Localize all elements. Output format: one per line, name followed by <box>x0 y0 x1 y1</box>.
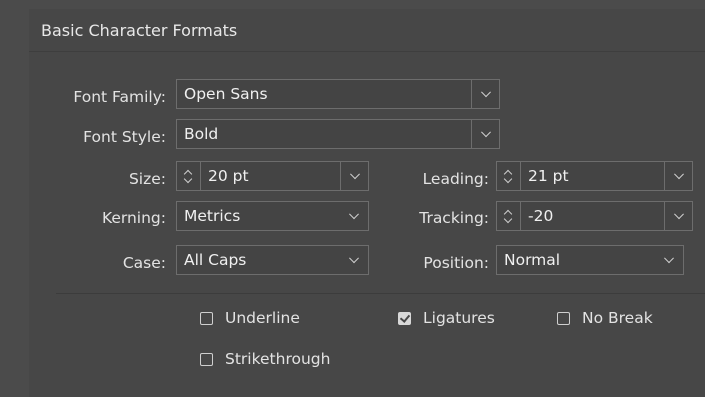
position-dropdown[interactable]: Normal <box>496 245 684 275</box>
basic-character-formats-panel: Basic Character Formats Font Family: Ope… <box>29 9 705 397</box>
chevron-down-icon[interactable] <box>471 120 499 148</box>
underline-label: Underline <box>225 309 300 327</box>
tracking-value: -20 <box>528 207 554 225</box>
chevron-down-icon[interactable] <box>471 80 499 108</box>
chevron-down-icon[interactable] <box>340 202 368 230</box>
font-family-label: Font Family: <box>73 88 166 106</box>
size-label: Size: <box>128 170 166 188</box>
chevron-down-icon[interactable] <box>340 162 368 190</box>
tracking-field[interactable]: -20 <box>496 201 693 231</box>
strikethrough-label: Strikethrough <box>225 350 331 368</box>
kerning-value: Metrics <box>184 207 241 225</box>
chevron-down-icon[interactable] <box>664 202 692 230</box>
case-value: All Caps <box>184 251 247 269</box>
ligatures-checkbox[interactable]: Ligatures <box>398 309 495 327</box>
case-dropdown[interactable]: All Caps <box>176 245 369 275</box>
font-family-dropdown[interactable]: Open Sans <box>176 79 500 109</box>
leading-stepper[interactable] <box>497 162 521 190</box>
position-value: Normal <box>504 251 561 269</box>
panel-title: Basic Character Formats <box>29 9 705 52</box>
size-value: 20 pt <box>208 167 249 185</box>
divider <box>56 293 705 294</box>
kerning-dropdown[interactable]: Metrics <box>176 201 369 231</box>
font-family-value: Open Sans <box>184 85 268 103</box>
case-label: Case: <box>122 254 166 272</box>
checkbox-icon[interactable] <box>557 311 570 325</box>
strikethrough-checkbox[interactable]: Strikethrough <box>200 350 330 368</box>
no-break-label: No Break <box>582 309 653 327</box>
tracking-stepper[interactable] <box>497 202 521 230</box>
position-label: Position: <box>423 254 489 272</box>
leading-value: 21 pt <box>528 167 569 185</box>
leading-label: Leading: <box>422 170 489 188</box>
kerning-label: Kerning: <box>101 209 166 227</box>
checkbox-icon[interactable] <box>200 311 213 325</box>
font-style-value: Bold <box>184 125 219 143</box>
chevron-down-icon[interactable] <box>664 162 692 190</box>
checkbox-checked-icon[interactable] <box>398 311 411 325</box>
font-style-dropdown[interactable]: Bold <box>176 119 500 149</box>
leading-field[interactable]: 21 pt <box>496 161 693 191</box>
size-field[interactable]: 20 pt <box>176 161 369 191</box>
size-stepper[interactable] <box>177 162 201 190</box>
chevron-down-icon[interactable] <box>340 246 368 274</box>
ligatures-label: Ligatures <box>423 309 495 327</box>
no-break-checkbox[interactable]: No Break <box>557 309 653 327</box>
font-style-label: Font Style: <box>83 128 166 146</box>
checkbox-icon[interactable] <box>200 352 213 366</box>
chevron-down-icon[interactable] <box>655 246 683 274</box>
tracking-label: Tracking: <box>419 209 489 227</box>
underline-checkbox[interactable]: Underline <box>200 309 300 327</box>
